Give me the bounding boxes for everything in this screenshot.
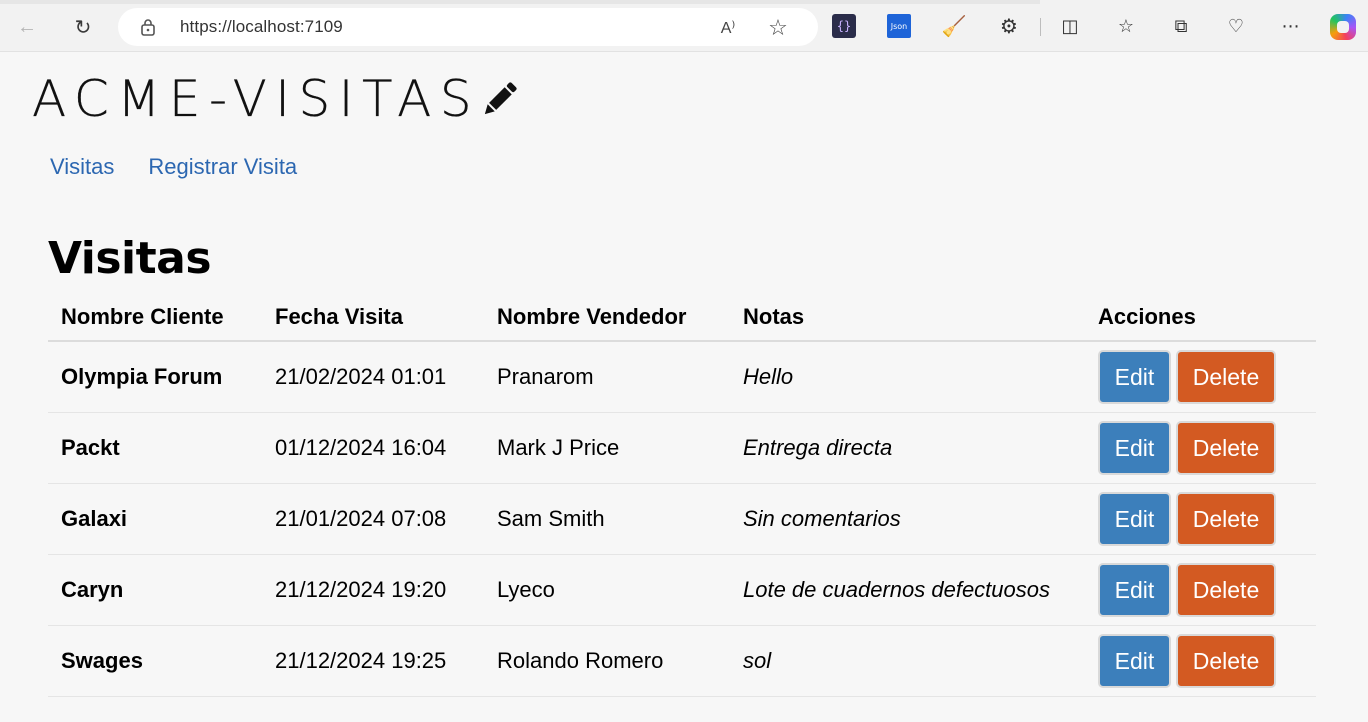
delete-button[interactable]: Delete bbox=[1176, 633, 1276, 688]
cell-actions: Edit Delete bbox=[1085, 341, 1316, 413]
page-title: Visitas bbox=[48, 233, 212, 284]
cell-vendor: Sam Smith bbox=[484, 483, 730, 555]
cell-date: 21/12/2024 19:25 bbox=[262, 625, 484, 697]
edit-button[interactable]: Edit bbox=[1098, 633, 1171, 688]
favorites-icon[interactable]: ☆ bbox=[1114, 14, 1138, 38]
delete-button[interactable]: Delete bbox=[1176, 349, 1276, 404]
json-extension-label: Json bbox=[890, 21, 908, 31]
cell-notes: Entrega directa bbox=[730, 412, 1085, 484]
pencil-icon bbox=[484, 82, 517, 115]
edit-button[interactable]: Edit bbox=[1098, 349, 1171, 404]
cell-notes: sol bbox=[730, 625, 1085, 697]
json-extension-icon[interactable]: Json bbox=[887, 14, 911, 38]
table-row: Packt 01/12/2024 16:04 Mark J Price Entr… bbox=[48, 412, 1316, 484]
cell-actions: Edit Delete bbox=[1085, 483, 1316, 555]
table-row: Olympia Forum 21/02/2024 01:01 Pranarom … bbox=[48, 341, 1316, 413]
header-actions: Acciones bbox=[1085, 293, 1316, 342]
edit-button[interactable]: Edit bbox=[1098, 420, 1171, 475]
cell-actions: Edit Delete bbox=[1085, 625, 1316, 697]
address-bar[interactable]: https://localhost:7109 A⁾ ☆ bbox=[118, 8, 818, 46]
url-text[interactable]: https://localhost:7109 bbox=[180, 17, 343, 37]
cell-date: 21/12/2024 19:20 bbox=[262, 554, 484, 626]
cell-client: Galaxi bbox=[48, 483, 262, 555]
visits-table: Nombre Cliente Fecha Visita Nombre Vende… bbox=[48, 293, 1316, 697]
table-header-row: Nombre Cliente Fecha Visita Nombre Vende… bbox=[48, 293, 1316, 342]
tab-strip bbox=[0, 0, 1040, 4]
delete-button[interactable]: Delete bbox=[1176, 562, 1276, 617]
header-notes: Notas bbox=[730, 293, 1085, 342]
page-content: ACME-VISITAS Visitas Registrar Visita Vi… bbox=[0, 53, 1368, 722]
cell-actions: Edit Delete bbox=[1085, 412, 1316, 484]
cell-vendor: Rolando Romero bbox=[484, 625, 730, 697]
cell-date: 21/01/2024 07:08 bbox=[262, 483, 484, 555]
extensions-puzzle-icon[interactable]: ⚙ bbox=[997, 14, 1021, 38]
browser-toolbar: ← ↻ https://localhost:7109 A⁾ ☆ {} Json … bbox=[0, 0, 1368, 52]
edit-button[interactable]: Edit bbox=[1098, 562, 1171, 617]
cell-client: Olympia Forum bbox=[48, 341, 262, 413]
back-icon[interactable]: ← bbox=[12, 12, 42, 42]
header-date: Fecha Visita bbox=[262, 293, 484, 342]
read-aloud-icon[interactable]: A⁾ bbox=[716, 16, 740, 40]
toolbar-divider bbox=[1040, 18, 1041, 36]
cell-date: 21/02/2024 01:01 bbox=[262, 341, 484, 413]
cell-notes: Hello bbox=[730, 341, 1085, 413]
edit-button[interactable]: Edit bbox=[1098, 491, 1171, 546]
broom-extension-icon[interactable]: 🧹 bbox=[942, 14, 967, 38]
favorite-star-icon[interactable]: ☆ bbox=[766, 15, 790, 40]
table-row: Galaxi 21/01/2024 07:08 Sam Smith Sin co… bbox=[48, 483, 1316, 555]
cell-client: Caryn bbox=[48, 554, 262, 626]
nav-link-registrar-visita[interactable]: Registrar Visita bbox=[148, 154, 297, 180]
table-row: Caryn 21/12/2024 19:20 Lyeco Lote de cua… bbox=[48, 554, 1316, 626]
main-nav: Visitas Registrar Visita bbox=[50, 154, 297, 180]
refresh-icon[interactable]: ↻ bbox=[68, 12, 98, 42]
browser-essentials-icon[interactable]: ♡ bbox=[1224, 14, 1248, 38]
cell-vendor: Lyeco bbox=[484, 554, 730, 626]
copilot-icon[interactable] bbox=[1330, 14, 1356, 40]
collections-icon[interactable]: ⧉ bbox=[1169, 14, 1193, 38]
delete-button[interactable]: Delete bbox=[1176, 491, 1276, 546]
cell-vendor: Mark J Price bbox=[484, 412, 730, 484]
header-client: Nombre Cliente bbox=[48, 293, 262, 342]
brand-name: ACME-VISITAS bbox=[32, 70, 481, 128]
cell-notes: Sin comentarios bbox=[730, 483, 1085, 555]
delete-button[interactable]: Delete bbox=[1176, 420, 1276, 475]
brand: ACME-VISITAS bbox=[32, 71, 522, 127]
header-vendor: Nombre Vendedor bbox=[484, 293, 730, 342]
cell-client: Swages bbox=[48, 625, 262, 697]
lock-icon[interactable] bbox=[140, 18, 156, 36]
cell-date: 01/12/2024 16:04 bbox=[262, 412, 484, 484]
cell-client: Packt bbox=[48, 412, 262, 484]
cell-actions: Edit Delete bbox=[1085, 554, 1316, 626]
more-icon[interactable]: ⋯ bbox=[1279, 14, 1303, 38]
cell-vendor: Pranarom bbox=[484, 341, 730, 413]
table-row: Swages 21/12/2024 19:25 Rolando Romero s… bbox=[48, 625, 1316, 697]
json-brackets-extension-icon[interactable]: {} bbox=[832, 14, 856, 38]
nav-link-visitas[interactable]: Visitas bbox=[50, 154, 114, 180]
split-screen-icon[interactable]: ◫ bbox=[1058, 14, 1082, 38]
cell-notes: Lote de cuadernos defectuosos bbox=[730, 554, 1085, 626]
